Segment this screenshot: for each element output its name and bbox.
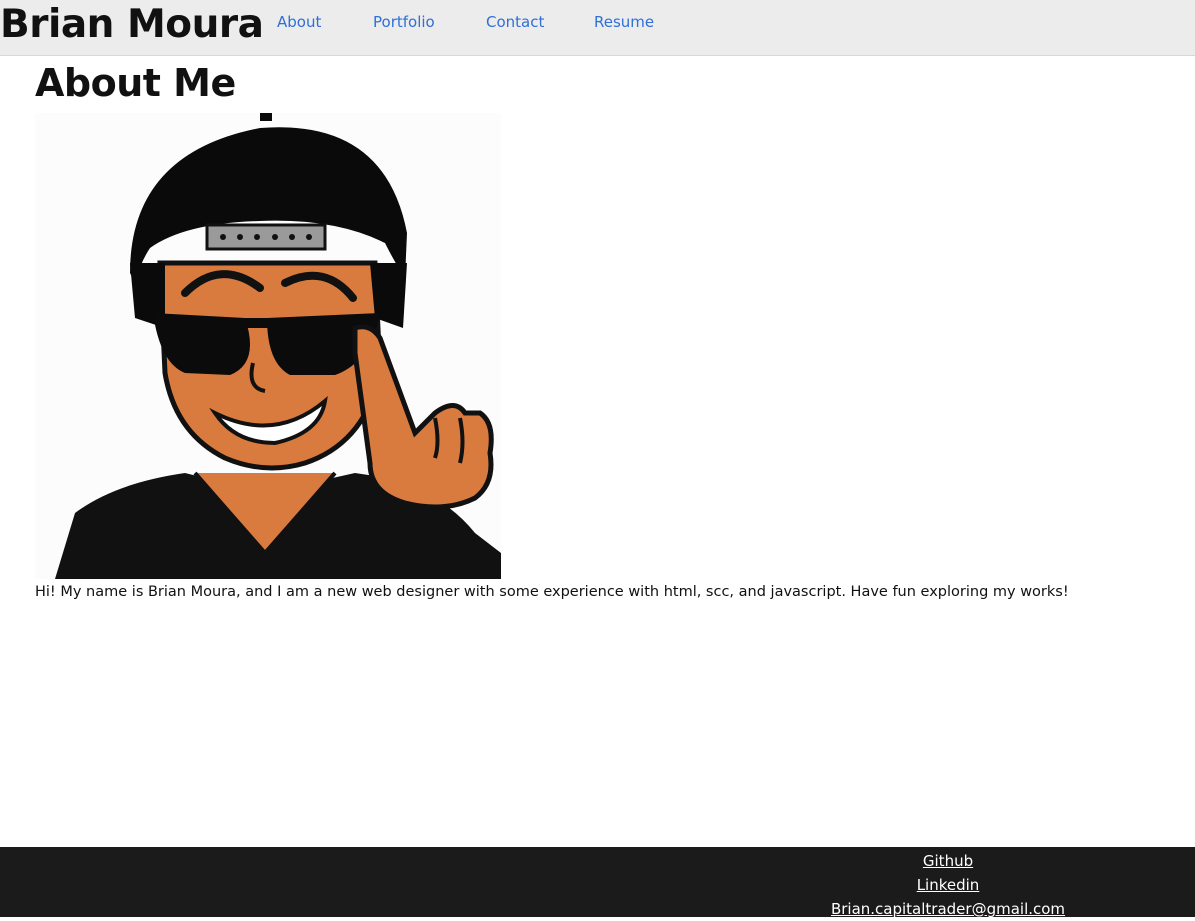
github-link[interactable]: Github: [798, 849, 1098, 873]
footer-links: Github Linkedin Brian.capitaltrader@gmai…: [798, 849, 1098, 921]
nav-link-contact[interactable]: Contact: [486, 11, 594, 33]
avatar-image: [35, 113, 501, 579]
navbar: Brian Moura About Portfolio Contact Resu…: [0, 0, 1195, 56]
intro-text: Hi! My name is Brian Moura, and I am a n…: [35, 584, 1069, 600]
nav-link-about[interactable]: About: [277, 11, 373, 33]
nav-link-resume[interactable]: Resume: [594, 11, 674, 33]
nav-links: About Portfolio Contact Resume: [277, 11, 674, 33]
linkedin-link[interactable]: Linkedin: [798, 873, 1098, 897]
footer: Github Linkedin Brian.capitaltrader@gmai…: [0, 847, 1195, 918]
site-brand[interactable]: Brian Moura: [0, 1, 264, 49]
page-title: About Me: [35, 61, 236, 105]
cartoon-avatar-icon: [35, 113, 501, 579]
email-link[interactable]: Brian.capitaltrader@gmail.com: [798, 897, 1098, 921]
nav-link-portfolio[interactable]: Portfolio: [373, 11, 486, 33]
